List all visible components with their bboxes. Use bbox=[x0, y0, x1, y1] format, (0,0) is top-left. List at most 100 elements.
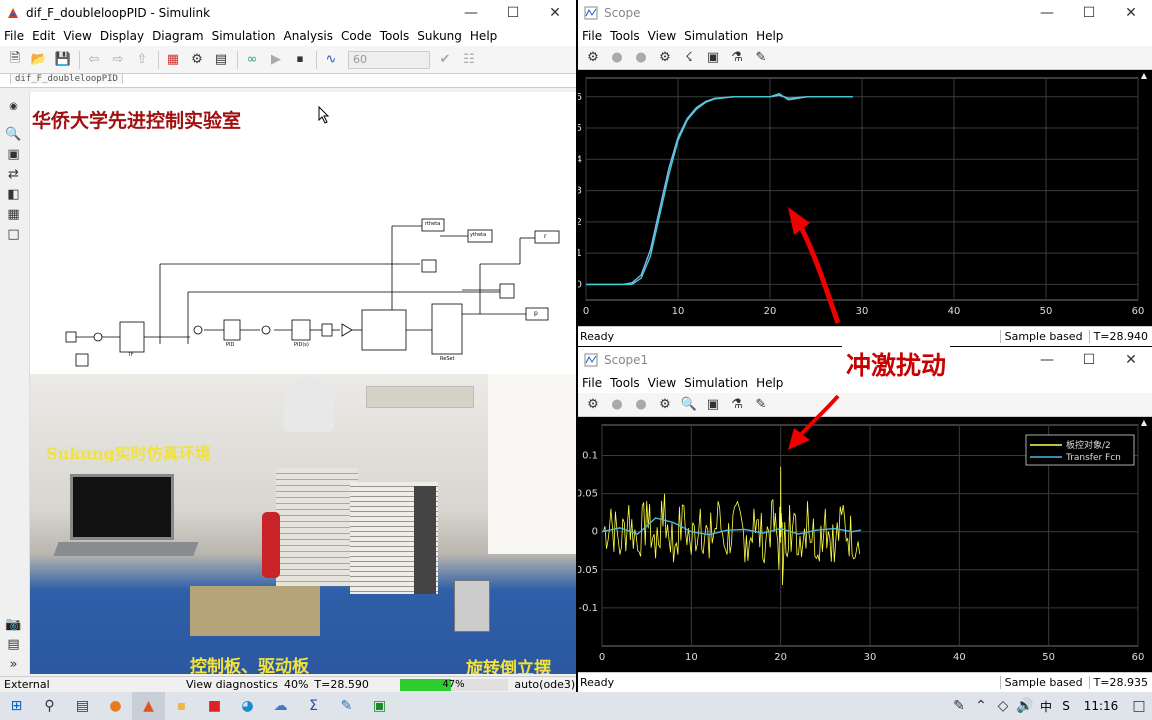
block-r[interactable]: r bbox=[544, 233, 546, 240]
view-diagnostics-link[interactable]: View diagnostics bbox=[186, 678, 278, 691]
menu-sukung[interactable]: Sukung bbox=[417, 29, 462, 43]
scope1-minimize-button[interactable]: — bbox=[1026, 352, 1068, 368]
block-reset[interactable]: ReSet bbox=[440, 356, 455, 362]
annotation-icon[interactable]: ◧ bbox=[3, 184, 25, 204]
stop-icon[interactable]: ⏹ bbox=[289, 50, 311, 70]
scope1-autoscale-icon[interactable]: ▣ bbox=[702, 395, 724, 415]
task-view-icon[interactable]: ▤ bbox=[66, 692, 99, 720]
tray-chevron-icon[interactable]: ⌃ bbox=[970, 692, 992, 720]
back-arrow-icon[interactable]: ⇦ bbox=[83, 50, 105, 70]
connect-icon[interactable]: ∞ bbox=[241, 50, 263, 70]
scope1-run-icon[interactable]: ● bbox=[606, 395, 628, 415]
scope1-measure-icon[interactable]: ✎ bbox=[750, 395, 772, 415]
explorer-icon[interactable]: ▤ bbox=[3, 634, 25, 654]
stop-time-input[interactable] bbox=[348, 50, 430, 69]
save-icon[interactable]: 💾 bbox=[52, 50, 74, 70]
volume-icon[interactable]: 🔊 bbox=[1014, 692, 1036, 720]
run-icon[interactable]: ▶ bbox=[265, 50, 287, 70]
menu-tools[interactable]: Tools bbox=[380, 29, 410, 43]
scope-minimize-button[interactable]: — bbox=[1026, 5, 1068, 21]
scope-stop-icon[interactable]: ● bbox=[630, 48, 652, 68]
windows-start-icon[interactable]: ⊞ bbox=[0, 692, 33, 720]
scope1-menu-view[interactable]: View bbox=[648, 376, 676, 390]
expand-icon[interactable]: » bbox=[3, 654, 25, 674]
scope-maximize-button[interactable]: ☐ bbox=[1068, 5, 1110, 21]
hide-browser-icon[interactable]: ◉ bbox=[3, 96, 25, 116]
matlab-icon[interactable]: ▲ bbox=[132, 692, 165, 720]
block-ytheta[interactable]: ytheta bbox=[470, 232, 486, 238]
scope1-plot-area[interactable]: 0 10 20 30 40 50 60 0.1 0.05 0 -0.05 -0.1 板控对象/2 Tran… bbox=[578, 417, 1152, 672]
file-explorer-icon[interactable]: ▪ bbox=[165, 692, 198, 720]
up-arrow-icon[interactable]: ⇧ bbox=[131, 50, 153, 70]
forward-arrow-icon[interactable]: ⇨ bbox=[107, 50, 129, 70]
sigma-icon[interactable]: Σ bbox=[297, 692, 330, 720]
model-explorer-icon[interactable]: ▤ bbox=[210, 50, 232, 70]
scope1-menu-file[interactable]: File bbox=[582, 376, 602, 390]
menu-simulation[interactable]: Simulation bbox=[212, 29, 276, 43]
menu-code[interactable]: Code bbox=[341, 29, 372, 43]
scope-menu-help[interactable]: Help bbox=[756, 29, 783, 43]
axes-expand-icon[interactable]: ▲ bbox=[1141, 71, 1148, 80]
menu-help[interactable]: Help bbox=[470, 29, 497, 43]
tray-pen-icon[interactable]: ✎ bbox=[948, 692, 970, 720]
scope-menu-tools[interactable]: Tools bbox=[610, 29, 640, 43]
block-rtheta[interactable]: rtheta bbox=[425, 221, 440, 227]
scope-menu-file[interactable]: File bbox=[582, 29, 602, 43]
menu-analysis[interactable]: Analysis bbox=[284, 29, 333, 43]
ime-s-indicator[interactable]: S bbox=[1056, 699, 1076, 713]
block-pid1[interactable]: PID bbox=[226, 342, 234, 348]
scope1-maximize-button[interactable]: ☐ bbox=[1068, 352, 1110, 368]
model-canvas[interactable]: 华侨大学先进控制实验室 rtheta ytheta r p TF PID PID… bbox=[30, 92, 576, 374]
notification-icon[interactable]: □ bbox=[1126, 692, 1152, 720]
fit-view-icon[interactable]: ▣ bbox=[3, 144, 25, 164]
search-icon[interactable]: ⚲ bbox=[33, 692, 66, 720]
zoom-icon[interactable]: 🔍 bbox=[3, 124, 25, 144]
scope1-stop-icon[interactable]: ● bbox=[630, 395, 652, 415]
block-tf[interactable]: TF bbox=[128, 352, 134, 358]
wifi-icon[interactable]: ◇ bbox=[992, 692, 1014, 720]
app-green-icon[interactable]: ▣ bbox=[363, 692, 396, 720]
pen-icon[interactable]: ✎ bbox=[330, 692, 363, 720]
scope-plot-area[interactable]: 0 10 20 30 40 50 606543210▲ bbox=[578, 70, 1152, 326]
grid-icon[interactable]: ☷ bbox=[458, 50, 480, 70]
scope-triggers-icon[interactable]: ⚗ bbox=[726, 48, 748, 68]
gear-icon[interactable]: ⚙ bbox=[186, 50, 208, 70]
scope-autoscale-icon[interactable]: ▣ bbox=[702, 48, 724, 68]
legend[interactable]: 板控对象/2 Transfer Fcn bbox=[1025, 434, 1135, 466]
close-button[interactable]: ✕ bbox=[534, 5, 576, 21]
edge-icon[interactable]: ◕ bbox=[231, 692, 264, 720]
scope1-triggers-icon[interactable]: ⚗ bbox=[726, 395, 748, 415]
menu-edit[interactable]: Edit bbox=[32, 29, 55, 43]
clock[interactable]: 11:16 bbox=[1076, 699, 1126, 713]
axes-expand-icon[interactable]: ▲ bbox=[1141, 418, 1148, 427]
open-folder-icon[interactable]: 📂 bbox=[28, 50, 50, 70]
scope-gear-icon[interactable]: ⚙ bbox=[582, 48, 604, 68]
new-model-icon[interactable]: 🗎 bbox=[4, 50, 26, 70]
maximize-button[interactable]: ☐ bbox=[492, 5, 534, 21]
scope-menu-simulation[interactable]: Simulation bbox=[684, 29, 748, 43]
scope-run-icon[interactable]: ● bbox=[606, 48, 628, 68]
scope-zoom-icon[interactable]: ☇ bbox=[678, 48, 700, 68]
ime-indicator[interactable]: 中 bbox=[1036, 698, 1056, 715]
app-red-icon[interactable]: ■ bbox=[198, 692, 231, 720]
menu-view[interactable]: View bbox=[63, 29, 91, 43]
menu-diagram[interactable]: Diagram bbox=[152, 29, 204, 43]
image-icon[interactable]: ▦ bbox=[3, 204, 25, 224]
block-p[interactable]: p bbox=[534, 310, 538, 317]
scope-close-button[interactable]: ✕ bbox=[1110, 5, 1152, 21]
scope1-gear-icon[interactable]: ⚙ bbox=[582, 395, 604, 415]
minimize-button[interactable]: — bbox=[450, 5, 492, 21]
scope-measure-icon[interactable]: ✎ bbox=[750, 48, 772, 68]
scope1-menu-simulation[interactable]: Simulation bbox=[684, 376, 748, 390]
camera-icon[interactable]: 📷 bbox=[3, 614, 25, 634]
scope1-close-button[interactable]: ✕ bbox=[1110, 352, 1152, 368]
arrows-icon[interactable]: ⇄ bbox=[3, 164, 25, 184]
app-search-icon[interactable]: ● bbox=[99, 692, 132, 720]
scope-highlight-icon[interactable]: ⚙ bbox=[654, 48, 676, 68]
scope1-zoom-icon[interactable]: 🔍 bbox=[678, 395, 700, 415]
block-pid2[interactable]: PID(s) bbox=[294, 342, 309, 348]
check-icon[interactable]: ✔ bbox=[434, 50, 456, 70]
scope-menu-view[interactable]: View bbox=[648, 29, 676, 43]
scope-icon[interactable]: ∿ bbox=[320, 50, 342, 70]
model-tab[interactable]: dif_F_doubleloopPID bbox=[10, 73, 123, 84]
